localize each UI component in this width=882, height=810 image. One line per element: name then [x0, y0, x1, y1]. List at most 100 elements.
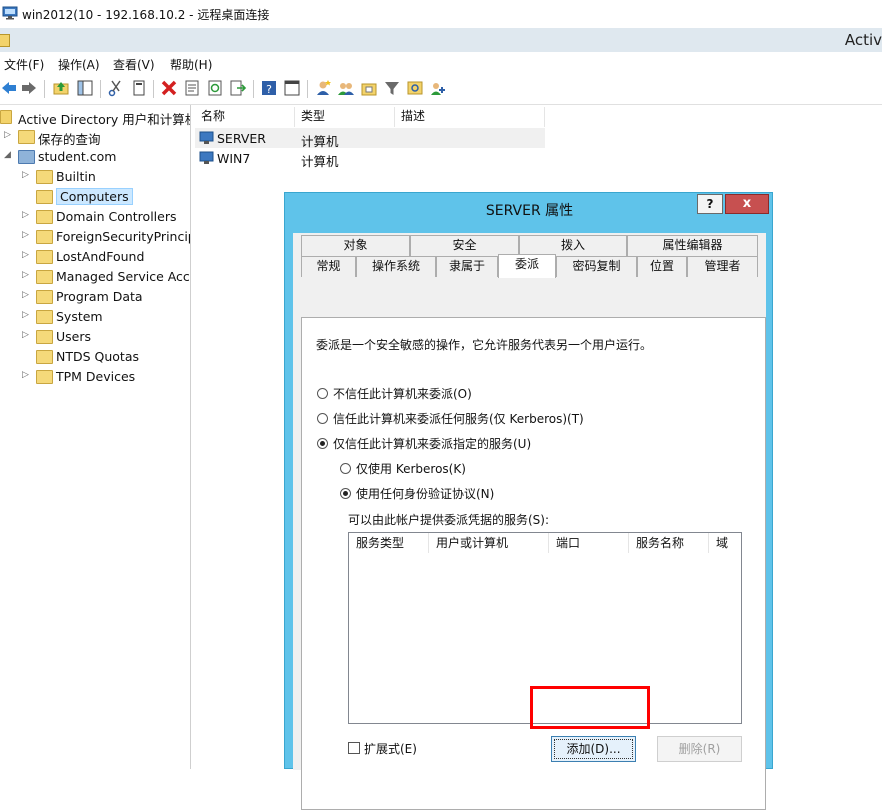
- radio-no-delegation-label[interactable]: 不信任此计算机来委派(O): [333, 385, 472, 402]
- forward-icon[interactable]: [20, 79, 38, 97]
- export-icon[interactable]: [229, 79, 247, 97]
- column-header-name[interactable]: 名称: [195, 107, 295, 127]
- remove-service-button[interactable]: 删除(R): [657, 736, 742, 762]
- tab-object[interactable]: 对象: [301, 235, 410, 256]
- expanded-checkbox-label[interactable]: 扩展式(E): [364, 740, 417, 757]
- copy-icon[interactable]: [130, 79, 148, 97]
- toolbar-separator: [253, 80, 254, 98]
- tree-item[interactable]: ▷ System: [0, 307, 190, 327]
- menu-help[interactable]: 帮助(H): [170, 56, 212, 73]
- tree-item-label: Program Data: [56, 289, 143, 304]
- properties-icon[interactable]: [183, 79, 201, 97]
- tree-item[interactable]: ▷ Users: [0, 327, 190, 347]
- tree-item[interactable]: ▷ 保存的查询: [0, 127, 190, 147]
- tab-managed-by[interactable]: 管理者: [687, 256, 758, 277]
- cut-icon[interactable]: [107, 79, 125, 97]
- radio-kerberos-only-label[interactable]: 仅使用 Kerberos(K): [356, 460, 466, 477]
- expand-arrow-icon[interactable]: ▷: [22, 270, 32, 280]
- expand-arrow-icon[interactable]: ▷: [22, 250, 32, 260]
- refresh-icon[interactable]: [206, 79, 224, 97]
- tree-item[interactable]: ◢ student.com: [0, 147, 190, 167]
- tree-item[interactable]: ▷ Domain Controllers: [0, 207, 190, 227]
- expanded-checkbox[interactable]: [348, 742, 360, 754]
- tab-attribute-editor[interactable]: 属性编辑器: [627, 235, 758, 256]
- tab-security[interactable]: 安全: [410, 235, 519, 256]
- up-folder-icon[interactable]: [52, 79, 70, 97]
- expand-arrow-icon[interactable]: ▷: [22, 310, 32, 320]
- expand-arrow-icon[interactable]: ▷: [22, 210, 32, 220]
- column-domain[interactable]: 域: [709, 533, 741, 553]
- tab-general[interactable]: 常规: [301, 256, 356, 277]
- radio-trust-specified-services[interactable]: [317, 438, 328, 449]
- mmc-window-title: Activ: [844, 31, 882, 49]
- tree-item[interactable]: ▷ ForeignSecurityPrincipals: [0, 227, 190, 247]
- tree-item[interactable]: ▷ LostAndFound: [0, 247, 190, 267]
- expand-arrow-icon[interactable]: ▷: [22, 290, 32, 300]
- new-group-icon[interactable]: [337, 79, 355, 97]
- tree-root-label: Active Directory 用户和计算机: [18, 112, 190, 127]
- domain-icon: [18, 150, 35, 164]
- list-row-server[interactable]: SERVER 计算机: [195, 128, 545, 149]
- tab-password-replication[interactable]: 密码复制: [556, 256, 637, 277]
- dialog-close-button[interactable]: x: [725, 194, 769, 214]
- dialog-help-button[interactable]: ?: [697, 194, 723, 214]
- add-service-button[interactable]: 添加(D)...: [551, 736, 636, 762]
- tree-item-label: Managed Service Accounts: [56, 269, 190, 284]
- expand-arrow-icon[interactable]: ▷: [22, 230, 32, 240]
- toolbar-separator: [307, 80, 308, 98]
- collapse-arrow-icon[interactable]: ◢: [4, 150, 14, 160]
- column-service-type[interactable]: 服务类型: [349, 533, 429, 553]
- tab-operating-system[interactable]: 操作系统: [356, 256, 436, 277]
- new-user-icon[interactable]: [314, 79, 332, 97]
- expand-arrow-icon[interactable]: ▷: [22, 170, 32, 180]
- tab-member-of[interactable]: 隶属于: [436, 256, 498, 277]
- radio-trust-specified-services-label[interactable]: 仅信任此计算机来委派指定的服务(U): [333, 435, 531, 452]
- tree-item[interactable]: Computers: [0, 187, 190, 207]
- expand-arrow-icon[interactable]: ▷: [22, 330, 32, 340]
- tab-location[interactable]: 位置: [637, 256, 687, 277]
- expand-arrow-icon[interactable]: ▷: [4, 130, 14, 140]
- column-port[interactable]: 端口: [549, 533, 629, 553]
- tree-root[interactable]: Active Directory 用户和计算机: [0, 107, 190, 127]
- radio-no-delegation[interactable]: [317, 388, 328, 399]
- back-icon[interactable]: [0, 79, 18, 97]
- new-ou-icon[interactable]: [360, 79, 378, 97]
- list-row-win7[interactable]: WIN7 计算机: [195, 148, 545, 169]
- radio-any-auth-protocol-label[interactable]: 使用任何身份验证协议(N): [356, 485, 494, 502]
- add-to-group-icon[interactable]: [429, 79, 447, 97]
- column-service-name[interactable]: 服务名称: [629, 533, 709, 553]
- filter-icon[interactable]: [383, 79, 401, 97]
- remote-desktop-icon: [2, 6, 18, 20]
- help-icon[interactable]: ?: [260, 79, 278, 97]
- tree-item[interactable]: ▷ TPM Devices: [0, 367, 190, 387]
- show-hide-tree-icon[interactable]: [76, 79, 94, 97]
- radio-any-auth-protocol[interactable]: [340, 488, 351, 499]
- tree-item[interactable]: ▷ Managed Service Accounts: [0, 267, 190, 287]
- column-header-description[interactable]: 描述: [395, 107, 545, 127]
- tree-item[interactable]: NTDS Quotas: [0, 347, 190, 367]
- expand-arrow-icon[interactable]: ▷: [22, 370, 32, 380]
- folder-icon: [36, 250, 53, 264]
- svg-text:?: ?: [266, 83, 272, 96]
- menu-view[interactable]: 查看(V): [113, 56, 155, 73]
- radio-kerberos-only[interactable]: [340, 463, 351, 474]
- tree-item[interactable]: ▷ Program Data: [0, 287, 190, 307]
- toolbar: ?: [0, 74, 882, 105]
- folder-icon: [36, 330, 53, 344]
- tree-item[interactable]: ▷ Builtin: [0, 167, 190, 187]
- find-icon[interactable]: [406, 79, 424, 97]
- view-icon[interactable]: [283, 79, 301, 97]
- column-header-type[interactable]: 类型: [295, 107, 395, 127]
- list-row-name: SERVER: [217, 131, 266, 146]
- list-row-type: 计算机: [301, 154, 339, 169]
- menu-action[interactable]: 操作(A): [58, 56, 100, 73]
- menu-file[interactable]: 文件(F): [4, 56, 44, 73]
- delete-icon[interactable]: [160, 79, 178, 97]
- tree-item-label: LostAndFound: [56, 249, 145, 264]
- radio-trust-any-service-label[interactable]: 信任此计算机来委派任何服务(仅 Kerberos)(T): [333, 410, 584, 427]
- column-user-or-computer[interactable]: 用户或计算机: [429, 533, 549, 553]
- tab-dial-in[interactable]: 拨入: [519, 235, 627, 256]
- tab-delegation[interactable]: 委派: [498, 254, 556, 278]
- radio-trust-any-service[interactable]: [317, 413, 328, 424]
- folder-icon: [36, 210, 53, 224]
